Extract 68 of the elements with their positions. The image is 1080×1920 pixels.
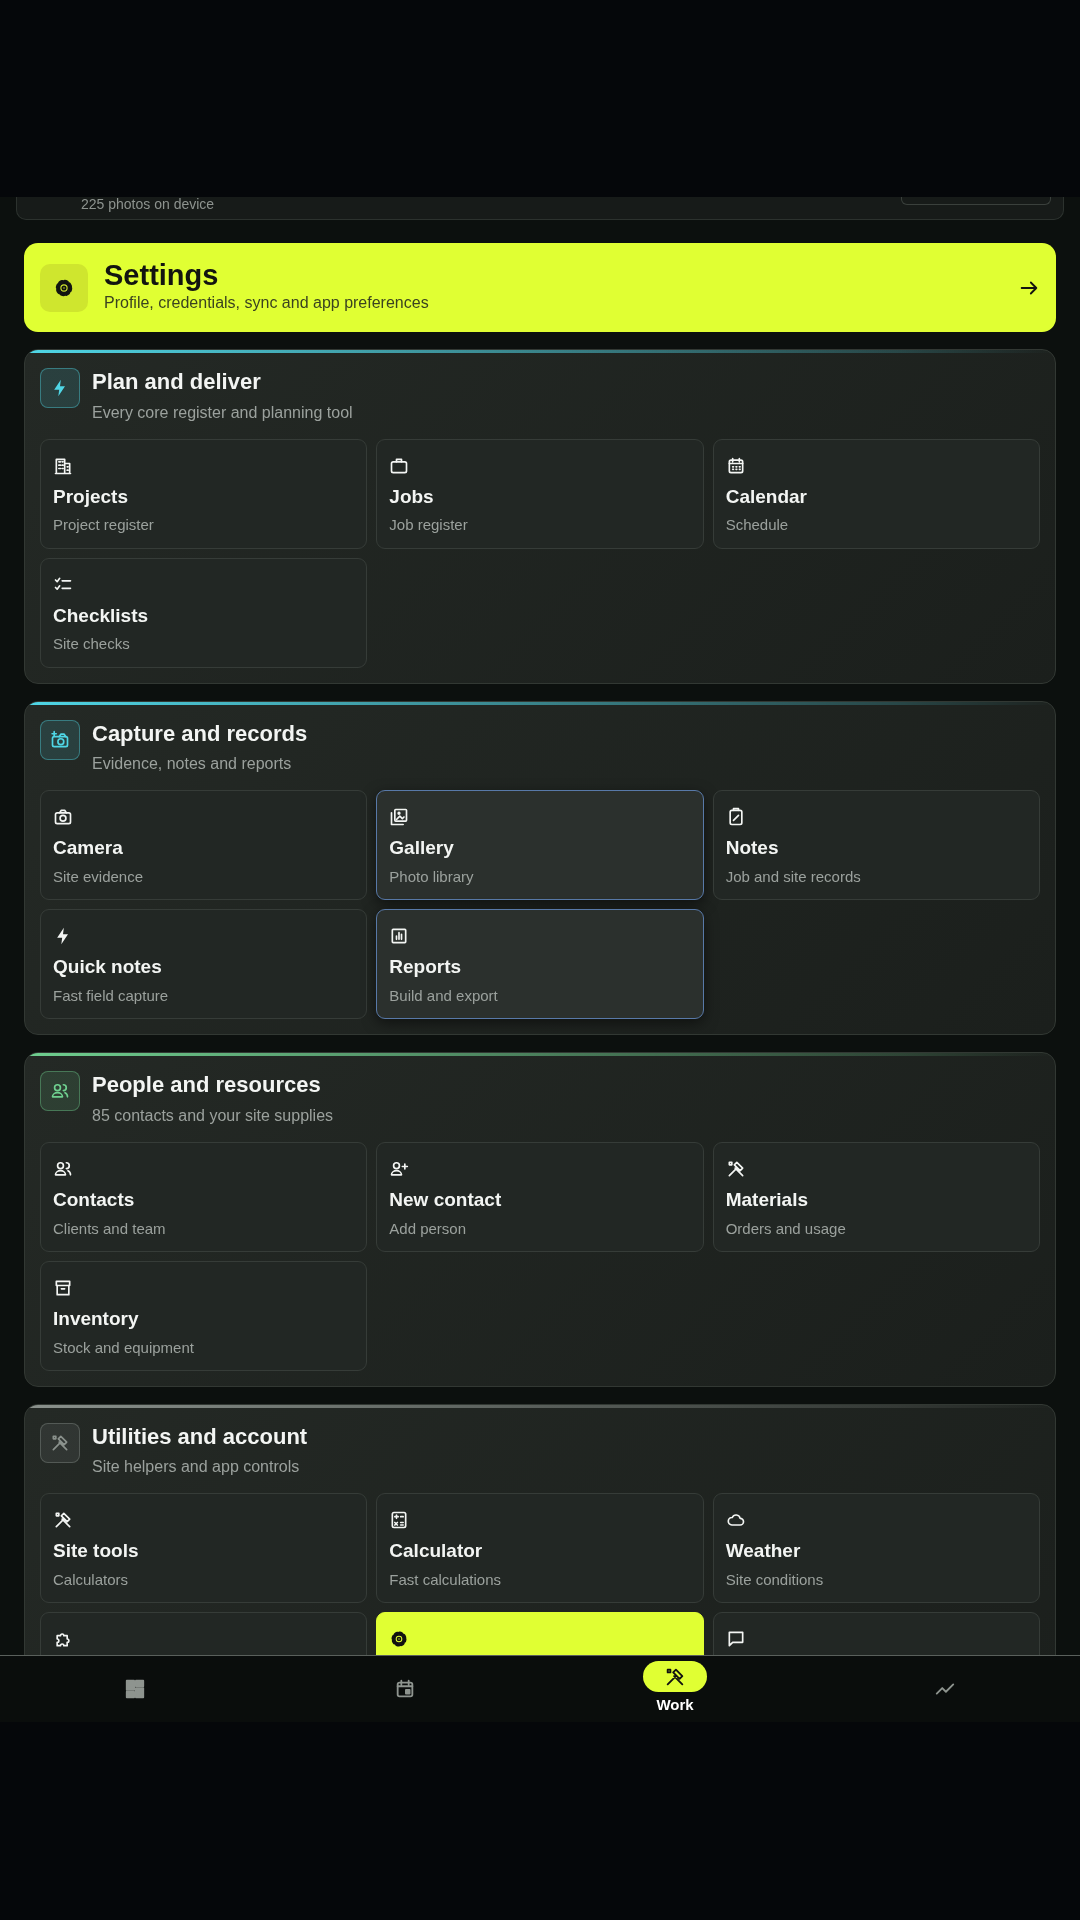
tile-title: Quick notes: [53, 956, 163, 979]
tile-title: Projects: [53, 485, 129, 509]
section-title: Plan and deliver: [92, 368, 262, 396]
tile-title: Inventory: [53, 1307, 140, 1331]
tile-title: Notes: [725, 837, 780, 860]
camera-plus-icon: [50, 729, 70, 750]
tile-subtitle: Site conditions: [725, 1570, 825, 1591]
tile-title: Calendar: [725, 485, 808, 509]
shortcut-tile[interactable]: Notes Job and site records: [712, 790, 1040, 901]
tile-subtitle: Orders and usage: [725, 1218, 847, 1239]
tile-subtitle: Clients and team: [53, 1218, 167, 1239]
shortcut-tile[interactable]: Jobs Job register: [376, 438, 704, 549]
shortcut-tile[interactable]: Gallery Photo library: [376, 790, 704, 901]
section-subtitle: Every core register and planning tool: [92, 402, 353, 423]
tile-subtitle: Fast calculations: [389, 1570, 503, 1591]
tile-subtitle: Fast field capture: [53, 986, 170, 1006]
tile-title: Materials: [725, 1188, 810, 1212]
tile-subtitle: Job and site records: [725, 867, 862, 887]
section-subtitle: Evidence, notes and reports: [92, 754, 293, 775]
card-subtitle: 225 photos on device: [81, 197, 215, 211]
tile-subtitle: Site checks: [53, 634, 131, 655]
bar-chart-icon: [389, 926, 410, 947]
tile-subtitle: Add person: [389, 1218, 468, 1239]
tile-subtitle: Photo library: [389, 867, 475, 887]
shortcut-tile[interactable]: Materials Orders and usage: [712, 1141, 1040, 1252]
shortcut-tile[interactable]: Inventory Stock and equipment: [40, 1260, 368, 1371]
tile-title: Jobs: [389, 485, 435, 509]
tile-title: Gallery: [389, 837, 455, 860]
banner-subtitle: Profile, credentials, sync and app preferences: [104, 293, 430, 314]
calendar-icon: [394, 1678, 416, 1700]
tile-title: New contact: [389, 1188, 503, 1212]
tile-title: Contacts: [53, 1188, 136, 1212]
shortcut-tile[interactable]: Quick notes Fast field capture: [40, 909, 368, 1020]
shortcut-tile[interactable]: Calculator Fast calculations: [376, 1493, 704, 1604]
tile-title: Camera: [53, 837, 124, 860]
tile-subtitle: Job register: [389, 515, 469, 536]
shortcut-tile[interactable]: Reports Build and export: [376, 909, 704, 1020]
calculator-icon: [389, 1510, 410, 1531]
tile-subtitle: Build and export: [389, 986, 499, 1006]
tile-subtitle: Project register: [53, 515, 155, 536]
section-subtitle: 85 contacts and your site supplies: [92, 1105, 334, 1126]
tile-title: Reports: [389, 956, 463, 979]
section-title: Capture and records: [92, 719, 308, 748]
tile-subtitle: Site evidence: [53, 867, 145, 887]
tile-title: Calculator: [389, 1540, 484, 1564]
banner-title: Settings: [104, 259, 220, 292]
shortcut-tile[interactable]: Calendar Schedule: [712, 438, 1040, 549]
section-title: Utilities and account: [92, 1422, 308, 1451]
camera-icon: [53, 807, 73, 828]
section-subtitle: Site helpers and app controls: [92, 1457, 301, 1478]
tile-title: Site tools: [53, 1540, 140, 1564]
settings-banner[interactable]: Settings Profile, credentials, sync and app preferences: [24, 243, 1056, 332]
tile-subtitle: Schedule: [725, 515, 790, 536]
shortcut-tile[interactable]: Site tools Calculators: [40, 1493, 368, 1604]
dashboard-icon: [124, 1678, 146, 1700]
shortcut-tile[interactable]: New contact Add person: [376, 1141, 704, 1252]
tools-icon: [53, 1510, 73, 1531]
section-title: People and resources: [92, 1071, 322, 1100]
shortcut-tile[interactable]: Checklists Site checks: [40, 557, 368, 668]
tile-subtitle: Stock and equipment: [53, 1337, 195, 1358]
tile-title: Checklists: [53, 604, 150, 628]
shortcut-tile[interactable]: Camera Site evidence: [40, 790, 368, 901]
tile-title: Weather: [725, 1540, 802, 1564]
shortcut-tile[interactable]: Weather Site conditions: [712, 1493, 1040, 1604]
shortcut-tile[interactable]: Projects Project register: [40, 438, 368, 549]
tile-subtitle: Calculators: [53, 1570, 130, 1591]
shortcut-tile[interactable]: Contacts Clients and team: [40, 1141, 368, 1252]
gallery-icon: [389, 807, 410, 828]
